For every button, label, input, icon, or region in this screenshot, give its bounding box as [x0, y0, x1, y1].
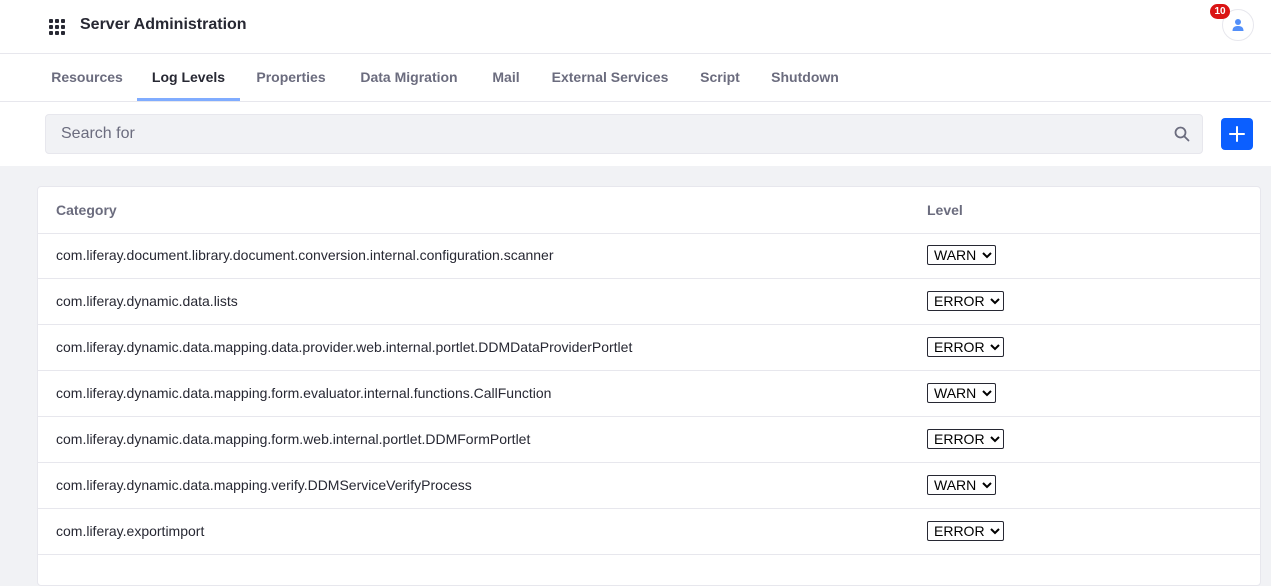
tab-script[interactable]: Script [684, 54, 756, 101]
table-row: com.liferay.document.library.document.co… [38, 233, 1260, 279]
level-select[interactable]: ERROR [927, 337, 1004, 357]
category-cell: com.liferay.dynamic.data.mapping.verify.… [56, 477, 472, 493]
page-title: Server Administration [80, 16, 247, 33]
level-select[interactable]: WARN [927, 383, 996, 403]
level-select[interactable]: WARN [927, 475, 996, 495]
category-cell: com.liferay.dynamic.data.mapping.form.ev… [56, 385, 552, 401]
add-button[interactable] [1221, 118, 1253, 150]
column-header-category: Category [56, 202, 117, 218]
level-select[interactable]: ERROR [927, 429, 1004, 449]
log-levels-table: Category Level com.liferay.document.libr… [37, 186, 1261, 586]
table-row: com.liferay.dynamic.data.mapping.form.ev… [38, 371, 1260, 417]
plus-icon [1229, 126, 1245, 142]
tab-log-levels[interactable]: Log Levels [137, 54, 240, 101]
tab-data-migration[interactable]: Data Migration [342, 54, 476, 101]
tab-bar: Resources Log Levels Properties Data Mig… [0, 54, 1271, 102]
level-select[interactable]: ERROR [927, 521, 1004, 541]
apps-grid-icon[interactable] [49, 19, 65, 35]
tab-external-services[interactable]: External Services [536, 54, 684, 101]
category-cell: com.liferay.dynamic.data.lists [56, 293, 238, 309]
category-cell: com.liferay.exportimport [56, 523, 205, 539]
user-icon [1232, 19, 1244, 31]
notification-badge[interactable]: 10 [1210, 4, 1230, 19]
table-header: Category Level [38, 187, 1260, 234]
tab-mail[interactable]: Mail [476, 54, 536, 101]
category-cell: com.liferay.dynamic.data.mapping.data.pr… [56, 339, 633, 355]
category-cell: com.liferay.dynamic.data.mapping.form.we… [56, 431, 531, 447]
tab-resources[interactable]: Resources [37, 54, 137, 101]
category-cell: com.liferay.document.library.document.co… [56, 247, 554, 263]
table-row: com.liferay.dynamic.data.lists ERROR [38, 279, 1260, 325]
level-select[interactable]: WARN [927, 245, 996, 265]
tab-shutdown[interactable]: Shutdown [756, 54, 854, 101]
search-box [45, 114, 1203, 154]
tab-properties[interactable]: Properties [240, 54, 342, 101]
management-toolbar [0, 102, 1271, 166]
table-row: com.liferay.dynamic.data.mapping.form.we… [38, 417, 1260, 463]
table-row: com.liferay.dynamic.data.mapping.verify.… [38, 463, 1260, 509]
search-input[interactable] [46, 115, 1156, 153]
search-icon[interactable] [1174, 126, 1190, 142]
level-select[interactable]: ERROR [927, 291, 1004, 311]
column-header-level: Level [927, 202, 963, 218]
table-row: com.liferay.exportimport ERROR [38, 509, 1260, 555]
table-row: com.liferay.dynamic.data.mapping.data.pr… [38, 325, 1260, 371]
top-bar: Server Administration 10 [0, 0, 1271, 54]
